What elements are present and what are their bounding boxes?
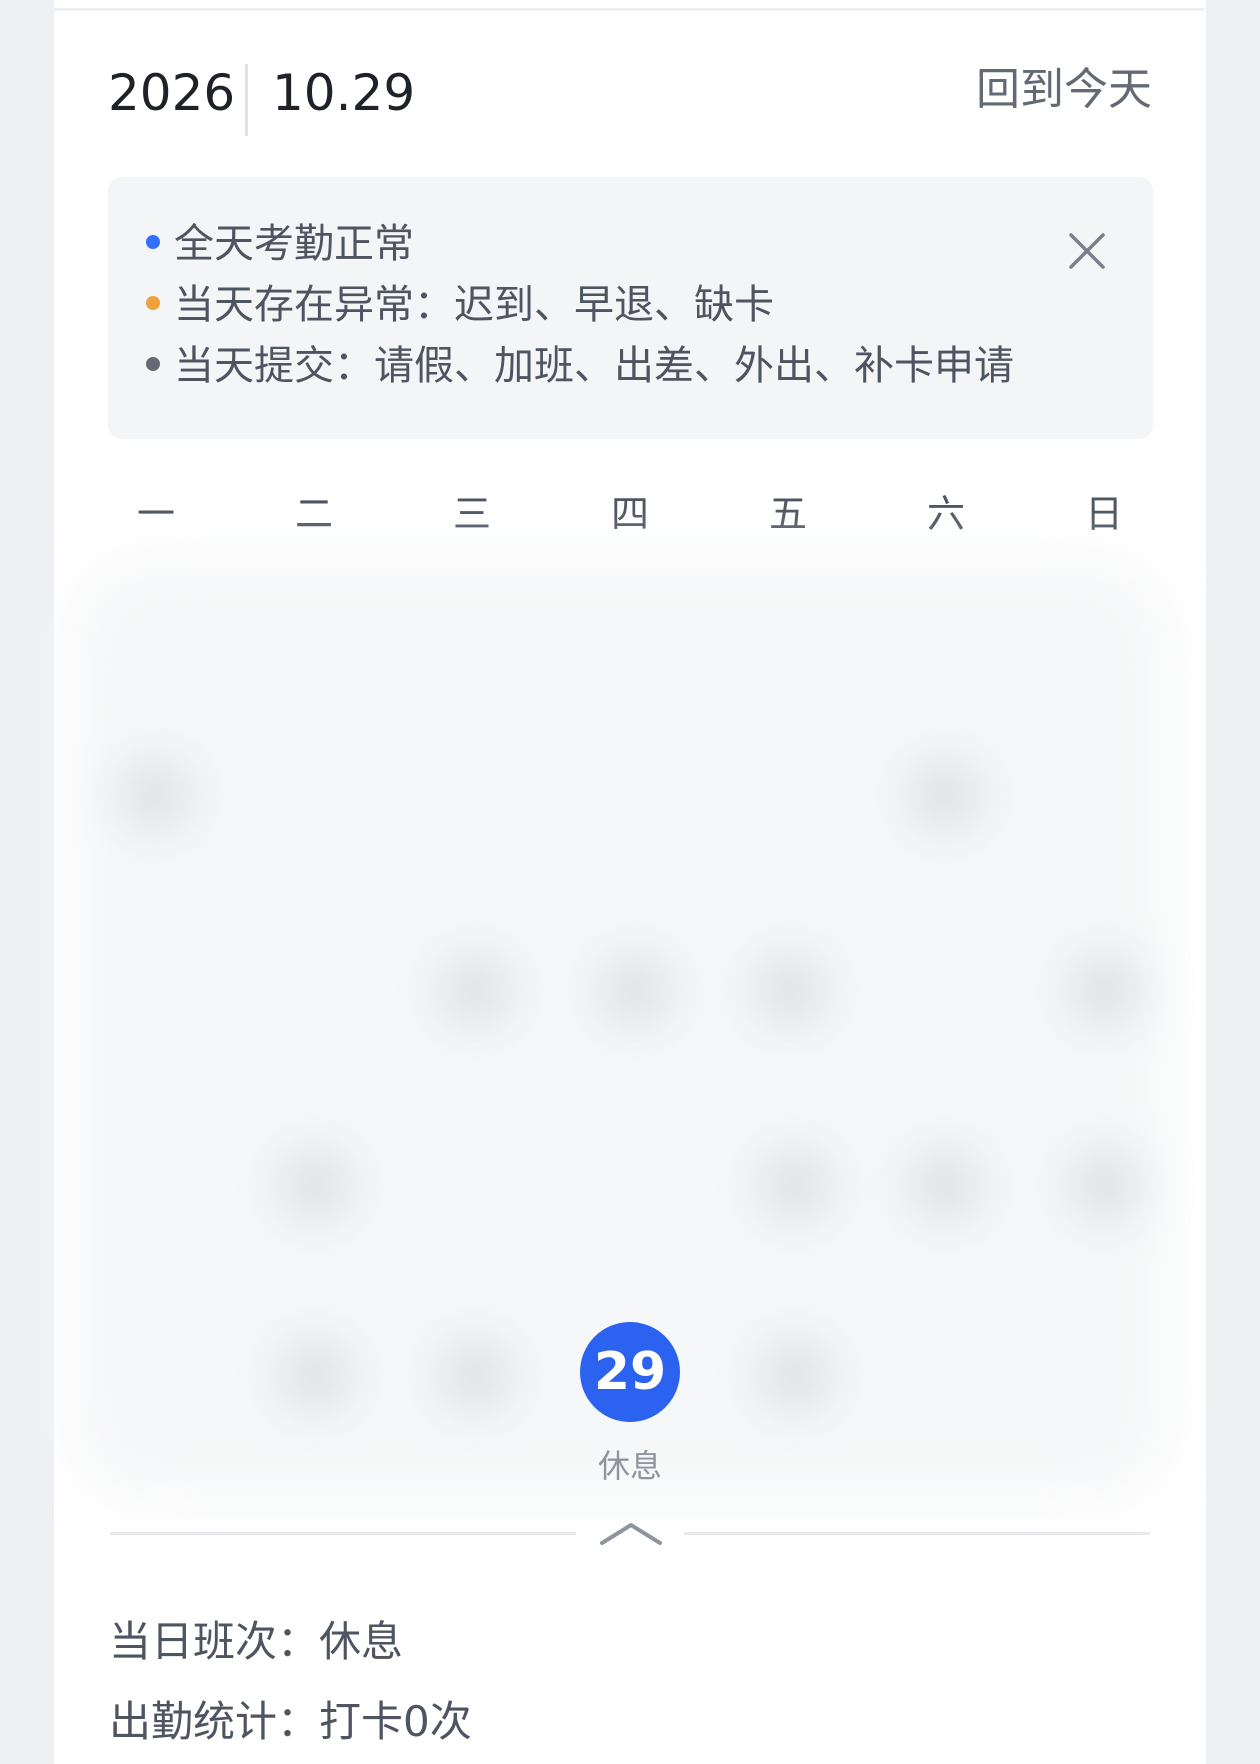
legend-item-submitted: 当天提交：请假、加班、出差、外出、补卡申请 [146, 346, 1014, 386]
orange-dot-icon [146, 296, 160, 310]
blurred-day [910, 760, 980, 830]
calendar-divider-right [684, 1532, 1150, 1535]
legend-text: 全天考勤正常 [174, 221, 414, 267]
weekday-sun: 日 [1084, 492, 1123, 536]
blurred-day [1070, 1150, 1140, 1220]
calendar-divider-left [110, 1532, 576, 1535]
shift-info: 当日班次：休息 [109, 1617, 404, 1666]
blurred-day [755, 955, 825, 1025]
header-separator [245, 64, 248, 136]
weekday-wed: 三 [452, 492, 491, 536]
blurred-day [280, 1340, 350, 1410]
back-to-today-button[interactable]: 回到今天 [976, 68, 1152, 112]
weekday-sat: 六 [926, 492, 965, 536]
calendar-header: 2026 10.29 回到今天 [54, 60, 1152, 140]
weekday-tue: 二 [294, 492, 333, 536]
legend-text: 当天存在异常：迟到、早退、缺卡 [174, 282, 774, 328]
collapse-calendar-button[interactable] [596, 1515, 666, 1551]
legend-text: 当天提交：请假、加班、出差、外出、补卡申请 [174, 343, 1014, 389]
chevron-up-icon [600, 1523, 662, 1545]
legend-panel: 全天考勤正常 当天存在异常：迟到、早退、缺卡 当天提交：请假、加班、出差、外出、… [108, 177, 1153, 439]
blurred-day [1070, 955, 1140, 1025]
top-divider [54, 8, 1204, 11]
blurred-day [600, 955, 670, 1025]
legend-close-button[interactable] [1065, 229, 1109, 273]
weekday-fri: 五 [768, 492, 807, 536]
blurred-day [760, 1150, 830, 1220]
selected-day-cell[interactable]: 29 [580, 1322, 680, 1422]
legend-item-abnormal: 当天存在异常：迟到、早退、缺卡 [146, 285, 774, 325]
close-icon [1069, 233, 1105, 269]
date-label: 10.29 [272, 64, 416, 122]
blurred-day [760, 1340, 830, 1410]
blurred-day [440, 1340, 510, 1410]
blurred-day [280, 1150, 350, 1220]
year-label: 2026 [108, 64, 236, 122]
selected-day-status: 休息 [597, 1447, 662, 1485]
weekday-mon: 一 [136, 492, 175, 536]
gray-dot-icon [146, 357, 160, 371]
blurred-day [120, 760, 190, 830]
blurred-day [910, 1150, 980, 1220]
weekday-thu: 四 [610, 492, 649, 536]
weekday-header: 一 二 三 四 五 六 日 [82, 495, 1182, 545]
attendance-stats: 出勤统计：打卡0次 [109, 1697, 472, 1746]
blue-dot-icon [146, 235, 160, 249]
blurred-day [440, 955, 510, 1025]
legend-item-normal: 全天考勤正常 [146, 224, 414, 264]
